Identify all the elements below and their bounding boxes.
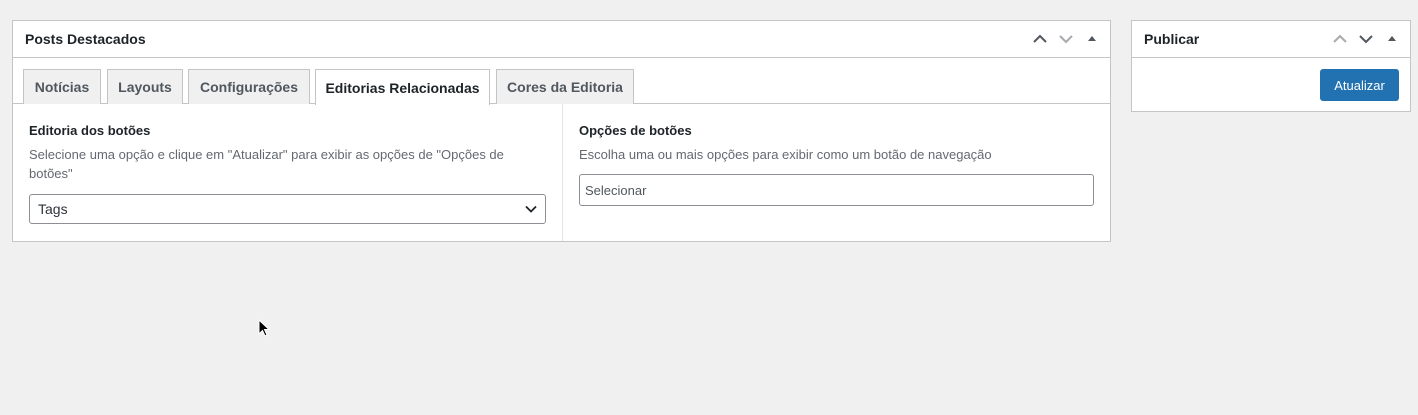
chevron-up-icon bbox=[1333, 34, 1347, 43]
atualizar-button[interactable]: Atualizar bbox=[1320, 69, 1399, 101]
opcoes-multiselect-input[interactable]: Selecionar bbox=[579, 174, 1094, 206]
right-field-panel: Opções de botões Escolha uma ou mais opç… bbox=[563, 104, 1110, 241]
mouse-cursor-icon bbox=[258, 319, 270, 337]
tab-bar: Notícias Layouts Configurações Editorias… bbox=[13, 58, 1110, 105]
opcoes-botoes-label: Opções de botões bbox=[579, 123, 692, 138]
editoria-botoes-description-line1: Selecione uma opção e clique em "Atualiz… bbox=[29, 147, 504, 162]
opcoes-botoes-description: Escolha uma ou mais opções para exibir c… bbox=[579, 147, 992, 162]
tab-configuracoes[interactable]: Configurações bbox=[188, 69, 310, 104]
move-down-button[interactable] bbox=[1356, 29, 1376, 49]
chevron-up-icon bbox=[1033, 34, 1047, 43]
editoria-select-value: Tags bbox=[38, 201, 68, 217]
publicar-metabox: Publicar Atualizar bbox=[1131, 20, 1411, 112]
multiselect-placeholder: Selecionar bbox=[585, 182, 647, 198]
move-up-button[interactable] bbox=[1330, 29, 1350, 49]
chevron-down-icon bbox=[1059, 35, 1073, 44]
editoria-select[interactable]: Tags bbox=[29, 194, 546, 224]
left-field-panel: Editoria dos botões Selecione uma opção … bbox=[13, 104, 563, 241]
publicar-controls bbox=[1330, 29, 1402, 49]
editoria-botoes-description-line2: botões" bbox=[29, 166, 73, 181]
chevron-down-icon bbox=[525, 205, 537, 213]
publicar-title: Publicar bbox=[1144, 31, 1200, 47]
publicar-header: Publicar bbox=[1132, 21, 1410, 58]
triangle-up-icon bbox=[1388, 36, 1396, 41]
metabox-header: Posts Destacados bbox=[13, 21, 1110, 58]
tab-noticias[interactable]: Notícias bbox=[23, 69, 101, 104]
toggle-panel-button[interactable] bbox=[1382, 29, 1402, 49]
editoria-botoes-label: Editoria dos botões bbox=[29, 123, 151, 138]
posts-destacados-metabox: Posts Destacados Notícias Layouts Config… bbox=[12, 20, 1111, 242]
metabox-title: Posts Destacados bbox=[25, 31, 146, 47]
triangle-up-icon bbox=[1088, 36, 1096, 41]
tab-cores-da-editoria[interactable]: Cores da Editoria bbox=[496, 69, 634, 104]
tab-layouts[interactable]: Layouts bbox=[107, 69, 183, 104]
chevron-down-icon bbox=[1359, 35, 1373, 44]
toggle-panel-button[interactable] bbox=[1082, 29, 1102, 49]
metabox-controls bbox=[1030, 29, 1102, 49]
tab-editorias-relacionadas[interactable]: Editorias Relacionadas bbox=[315, 69, 490, 105]
move-up-button[interactable] bbox=[1030, 29, 1050, 49]
move-down-button[interactable] bbox=[1056, 29, 1076, 49]
